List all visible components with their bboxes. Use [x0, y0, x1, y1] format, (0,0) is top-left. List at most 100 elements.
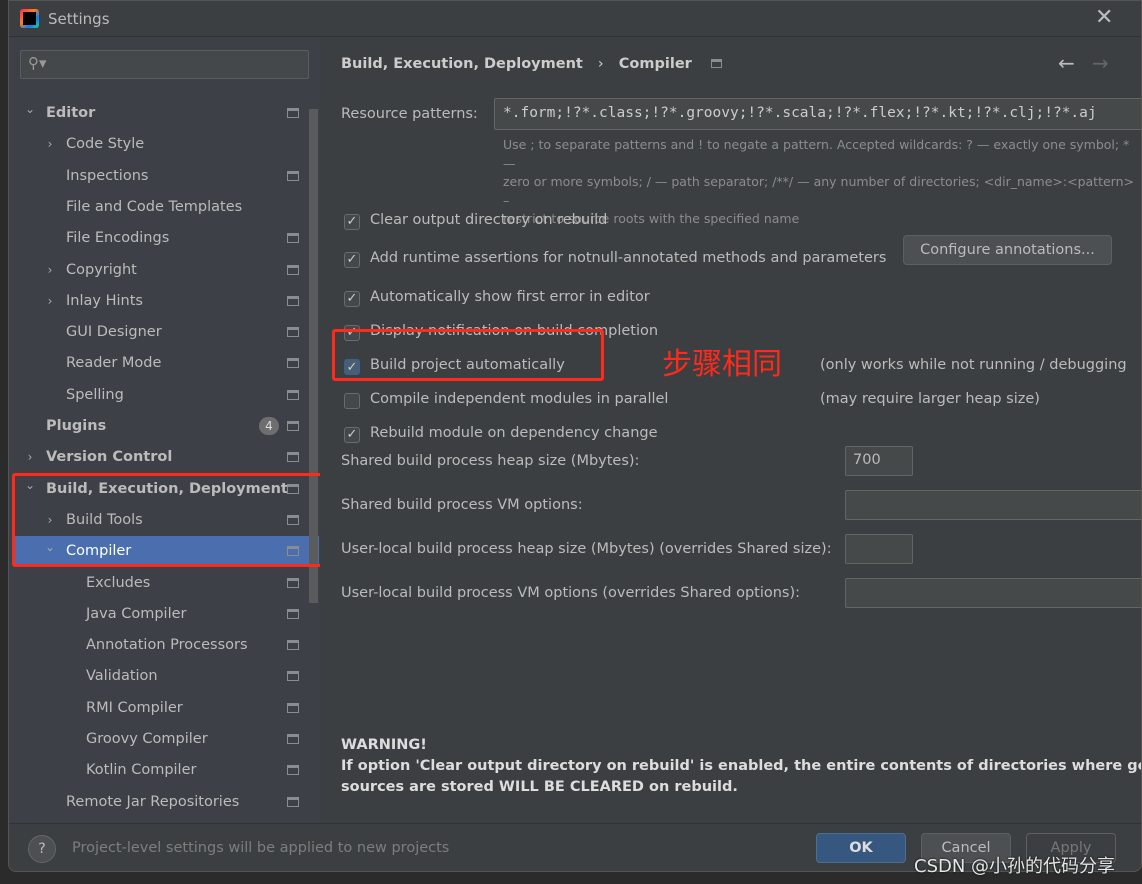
tree-item-label: Groovy Compiler: [86, 731, 208, 747]
option-label[interactable]: Rebuild module on dependency change: [370, 425, 658, 441]
watermark: CSDN @小孙的代码分享: [914, 856, 1116, 877]
option-label[interactable]: Clear output directory on rebuild: [370, 212, 607, 228]
tree-item[interactable]: › Code Style: [13, 129, 319, 159]
highlight-box-option: [332, 329, 604, 381]
ok-button[interactable]: OK: [816, 833, 906, 863]
project-scope-icon: [287, 452, 299, 463]
chevron-right-icon[interactable]: ›: [25, 442, 35, 472]
back-arrow-icon[interactable]: ←: [1058, 51, 1075, 75]
tree-item-label: Validation: [86, 668, 158, 685]
settings-dialog: Settings ✕ ⚲▾ ⌄ Editor › Code Style Inspecti…: [8, 0, 1142, 872]
project-scope-icon: [287, 640, 299, 651]
breadcrumb: Build, Execution, Deployment › Compiler: [341, 56, 722, 72]
footer-note: Project-level settings will be applied t…: [72, 840, 450, 856]
tree-item-label: Code Style: [66, 136, 145, 153]
resource-patterns-label: Resource patterns:: [341, 106, 478, 122]
search-input[interactable]: ⚲▾: [20, 50, 309, 79]
chevron-down-icon[interactable]: ⌄: [25, 94, 35, 124]
tree-item[interactable]: Groovy Compiler: [13, 724, 319, 754]
tree-item-label: File and Code Templates: [66, 198, 243, 215]
tree-item[interactable]: Annotation Processors: [13, 630, 319, 660]
project-scope-icon: [287, 671, 299, 682]
field-input[interactable]: 700: [845, 446, 913, 476]
tree-item-label: Spelling: [66, 386, 124, 403]
chevron-right-icon[interactable]: ›: [45, 286, 55, 316]
project-scope-icon: [287, 327, 299, 338]
tree-item[interactable]: Spelling: [13, 380, 319, 410]
project-scope-icon: [287, 796, 299, 807]
field-input[interactable]: [845, 578, 1141, 608]
option-checkbox[interactable]: ✓: [344, 214, 360, 230]
chevron-right-icon[interactable]: ›: [45, 255, 55, 285]
tree-item-label: Editor: [46, 105, 96, 121]
tree-item[interactable]: Kotlin Compiler: [13, 755, 319, 785]
option-label[interactable]: Automatically show first error in editor: [370, 289, 650, 305]
tree-item[interactable]: Plugins 4: [13, 411, 319, 441]
field-input[interactable]: [845, 490, 1141, 520]
project-scope-icon: [287, 421, 299, 431]
tree-item[interactable]: Remote Jar Repositories: [13, 787, 319, 817]
option-checkbox[interactable]: ✓: [344, 427, 360, 443]
resource-patterns-input[interactable]: *.form;!?*.class;!?*.groovy;!?*.scala;!?…: [494, 98, 1141, 130]
tree-item[interactable]: Java Compiler: [13, 599, 319, 629]
field-value: 700: [853, 452, 881, 468]
tree-item-label: Plugins: [46, 418, 107, 434]
project-scope-icon: [287, 765, 299, 776]
breadcrumb-separator: ›: [597, 56, 604, 72]
search-field[interactable]: [57, 54, 297, 69]
option-label[interactable]: Add runtime assertions for notnull-annot…: [370, 250, 886, 266]
annotation-text: 步骤相同: [662, 347, 782, 382]
configure-annotations-button[interactable]: Configure annotations...: [903, 235, 1112, 265]
help-button[interactable]: ?: [28, 835, 56, 863]
tree-item[interactable]: › Version Control: [13, 442, 319, 472]
tree-item[interactable]: Inspections: [13, 161, 319, 191]
tree-item[interactable]: File Encodings: [13, 223, 319, 253]
field-label: Shared build process VM options:: [341, 497, 583, 513]
chevron-right-icon[interactable]: ›: [45, 129, 55, 159]
project-scope-icon: [287, 358, 299, 369]
project-scope-icon: [287, 608, 299, 619]
forward-arrow-icon[interactable]: →: [1092, 51, 1109, 75]
tree-item[interactable]: Excludes: [13, 568, 319, 598]
warning: WARNING! If option 'Clear output directo…: [341, 735, 1141, 798]
tree-item-label: Excludes: [86, 574, 151, 591]
tree-item[interactable]: Validation: [13, 661, 319, 691]
search-icon: ⚲▾: [28, 54, 47, 72]
option-checkbox[interactable]: ✓: [344, 252, 360, 268]
option-label[interactable]: Compile independent modules in parallel: [370, 391, 668, 407]
tree-item[interactable]: › Inlay Hints: [13, 286, 319, 316]
tree-item-label: GUI Designer: [66, 324, 162, 341]
tree-item-label: Inlay Hints: [66, 292, 143, 309]
tree-item[interactable]: GUI Designer: [13, 317, 319, 347]
option-note: (only works while not running / debuggin…: [820, 357, 1127, 373]
settings-sidebar: ⚲▾ ⌄ Editor › Code Style Inspections File and…: [9, 37, 331, 823]
intellij-logo-icon: [20, 9, 39, 28]
tree-item-label: Remote Jar Repositories: [66, 793, 240, 810]
warning-title: WARNING!: [341, 737, 427, 753]
hint-line-1: Use ; to separate patterns and ! to nega…: [503, 137, 1130, 171]
tree-item-label: Annotation Processors: [86, 637, 248, 654]
field-label: Shared build process heap size (Mbytes):: [341, 453, 640, 469]
option-checkbox[interactable]: [344, 393, 360, 409]
field-input[interactable]: [845, 534, 913, 564]
project-scope-icon: [287, 389, 299, 400]
tree-item[interactable]: ⌄ Editor: [13, 98, 319, 128]
tree-item-label: RMI Compiler: [86, 699, 183, 716]
breadcrumb-parent[interactable]: Build, Execution, Deployment: [341, 56, 583, 72]
title-bar: Settings ✕: [9, 1, 1141, 37]
project-scope-icon: [287, 108, 299, 118]
tree-item[interactable]: File and Code Templates: [13, 192, 319, 222]
breadcrumb-current: Compiler: [618, 56, 692, 72]
tree-item[interactable]: › Copyright: [13, 255, 319, 285]
tree-item[interactable]: Reader Mode: [13, 348, 319, 378]
close-icon[interactable]: ✕: [1095, 5, 1113, 30]
compiler-settings-panel: Build, Execution, Deployment › Compiler …: [320, 37, 1141, 823]
tree-item-label: Kotlin Compiler: [86, 762, 197, 779]
field-label: User-local build process heap size (Mbyt…: [341, 541, 832, 557]
field-label: User-local build process VM options (ove…: [341, 585, 801, 601]
tree-item-label: Version Control: [46, 449, 173, 466]
tree-item-label: Copyright: [66, 261, 137, 278]
option-checkbox[interactable]: ✓: [344, 291, 360, 307]
tree-item[interactable]: RMI Compiler: [13, 693, 319, 723]
tree-item-label: File Encodings: [66, 230, 170, 247]
